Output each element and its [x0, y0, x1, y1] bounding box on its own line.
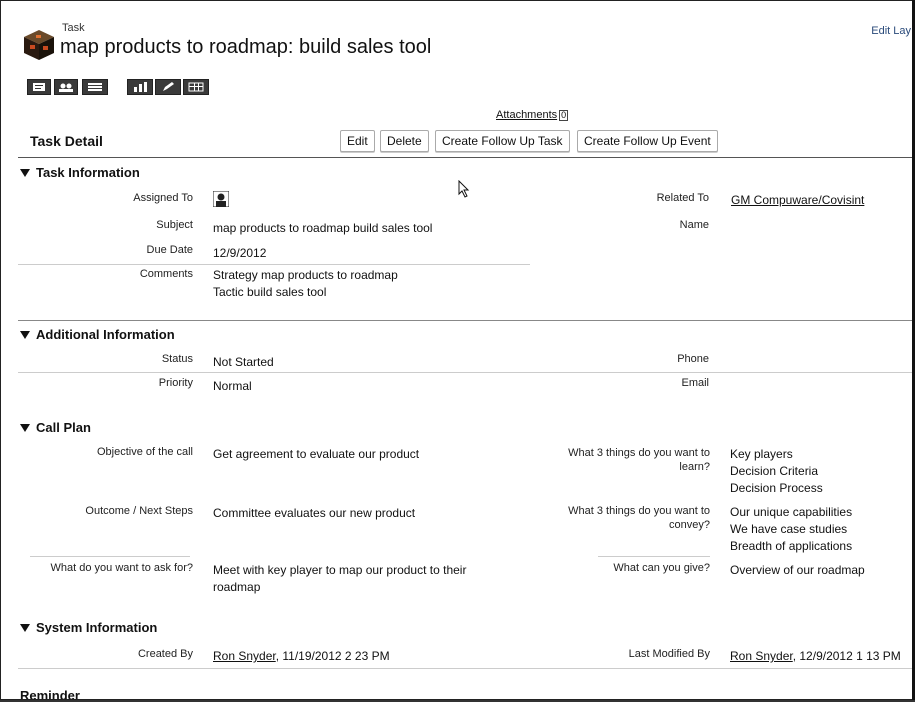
email-label: Email — [681, 377, 709, 389]
edit-button[interactable]: Edit — [340, 130, 375, 152]
subject-value: map products to roadmap build sales tool — [213, 221, 433, 235]
learn-value: Key players Decision Criteria Decision P… — [730, 446, 823, 497]
collapse-triangle-icon — [20, 423, 30, 432]
attachments-link[interactable]: Attachments 0 — [496, 109, 569, 121]
due-date-label: Due Date — [146, 244, 193, 256]
user-avatar-icon — [212, 190, 230, 208]
row-divider — [598, 556, 710, 557]
related-to-label: Related To — [656, 192, 709, 204]
section-call-plan[interactable]: Call Plan — [20, 420, 91, 435]
last-modified-by-value: Ron Snyder, 12/9/2012 1 13 PM — [730, 649, 901, 663]
convey-item: Breadth of applications — [730, 539, 853, 553]
priority-value: Normal — [213, 379, 252, 393]
comments-value: Strategy map products to roadmap Tactic … — [213, 267, 398, 301]
print-icon[interactable] — [27, 79, 51, 95]
learn-item: Key players — [730, 447, 793, 461]
give-label: What can you give? — [613, 562, 710, 574]
convey-label-line: What 3 things do you want to — [568, 505, 710, 517]
created-by-timestamp: , 11/19/2012 2 23 PM — [275, 649, 390, 663]
delete-button[interactable]: Delete — [380, 130, 429, 152]
learn-item: Decision Criteria — [730, 464, 819, 478]
comments-label: Comments — [139, 268, 193, 280]
ask-for-label: What do you want to ask for? — [50, 562, 193, 574]
row-divider — [18, 264, 530, 265]
record-type-label: Task — [62, 22, 85, 34]
last-modified-by-user-link[interactable]: Ron Snyder — [730, 649, 793, 663]
row-divider — [18, 372, 913, 373]
status-label: Status — [161, 353, 193, 365]
convey-label-line: convey? — [669, 519, 710, 531]
status-value: Not Started — [213, 355, 274, 369]
list-icon[interactable] — [82, 79, 108, 95]
section-heading: Additional Information — [36, 327, 175, 342]
objective-value: Get agreement to evaluate our product — [213, 447, 420, 461]
row-divider — [18, 668, 913, 669]
contacts-icon[interactable] — [54, 79, 78, 95]
created-by-label: Created By — [137, 648, 193, 660]
row-divider — [30, 556, 190, 557]
page-title: map products to roadmap: build sales too… — [60, 36, 432, 58]
section-additional-information[interactable]: Additional Information — [20, 327, 175, 342]
learn-label-line: learn? — [679, 461, 710, 473]
assigned-to-label: Assigned To — [133, 192, 193, 204]
ask-for-line: Meet with key player to map our product … — [213, 563, 467, 577]
detail-title: Task Detail — [30, 133, 103, 149]
create-follow-up-task-button[interactable]: Create Follow Up Task — [435, 130, 570, 152]
outcome-label: Outcome / Next Steps — [85, 505, 193, 517]
related-to-value[interactable]: GM Compuware/Covisint — [731, 193, 864, 207]
comments-line: Strategy map products to roadmap — [213, 268, 398, 282]
priority-label: Priority — [158, 377, 193, 389]
task-icon — [22, 28, 56, 62]
convey-value: Our unique capabilities We have case stu… — [730, 504, 852, 555]
collapse-triangle-icon — [20, 330, 30, 339]
learn-label: What 3 things do you want to learn? — [568, 446, 710, 474]
last-modified-by-timestamp: , 12/9/2012 1 13 PM — [792, 649, 901, 663]
due-date-value: 12/9/2012 — [213, 246, 267, 260]
mouse-cursor-icon — [458, 179, 470, 201]
section-heading: Call Plan — [36, 420, 91, 435]
section-system-information[interactable]: System Information — [20, 620, 157, 635]
learn-label-line: What 3 things do you want to — [568, 447, 710, 459]
ask-for-line: roadmap — [213, 580, 261, 594]
collapse-triangle-icon — [20, 623, 30, 632]
phone-label: Phone — [677, 353, 709, 365]
created-by-value: Ron Snyder, 11/19/2012 2 23 PM — [213, 649, 390, 663]
convey-item: Our unique capabilities — [730, 505, 853, 519]
convey-item: We have case studies — [730, 522, 848, 536]
convey-label: What 3 things do you want to convey? — [568, 504, 710, 532]
section-heading: System Information — [36, 620, 158, 635]
chart-icon[interactable] — [127, 79, 153, 95]
section-task-information[interactable]: Task Information — [20, 165, 140, 180]
collapse-triangle-icon — [20, 168, 30, 177]
attachments-count: 0 — [559, 110, 569, 121]
name-label: Name — [679, 219, 709, 231]
learn-item: Decision Process — [730, 481, 823, 495]
last-modified-by-label: Last Modified By — [628, 648, 710, 660]
ask-for-value: Meet with key player to map our product … — [213, 562, 466, 596]
objective-label: Objective of the call — [97, 446, 193, 458]
created-by-user-link[interactable]: Ron Snyder — [213, 649, 276, 663]
section-divider — [18, 320, 913, 321]
edit-layout-link[interactable]: Edit Lay — [871, 25, 911, 37]
subject-label: Subject — [156, 219, 193, 231]
table-icon[interactable] — [183, 79, 209, 95]
comments-line: Tactic build sales tool — [213, 285, 327, 299]
attachments-label: Attachments — [496, 109, 558, 121]
give-value: Overview of our roadmap — [730, 563, 865, 577]
outcome-value: Committee evaluates our new product — [213, 506, 416, 520]
edit-icon[interactable] — [155, 79, 181, 95]
section-heading: Task Information — [36, 165, 140, 180]
detail-divider — [18, 157, 913, 158]
create-follow-up-event-button[interactable]: Create Follow Up Event — [577, 130, 718, 152]
